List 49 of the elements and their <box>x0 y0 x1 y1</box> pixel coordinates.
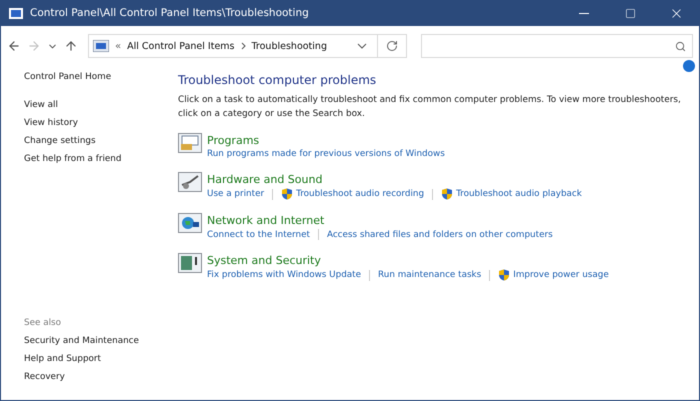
up-button[interactable] <box>64 39 78 53</box>
category-link[interactable]: System and Security <box>207 253 609 269</box>
minimize-icon <box>579 12 589 14</box>
task-link[interactable]: Run maintenance tasks <box>378 270 482 280</box>
task-link[interactable]: Run programs made for previous versions of Windows <box>207 149 445 159</box>
control-panel-icon <box>93 40 109 52</box>
category-link[interactable]: Programs <box>207 133 445 149</box>
task-link[interactable]: Troubleshoot audio recording <box>281 188 424 200</box>
page-heading: Troubleshoot computer problems <box>178 73 378 87</box>
task-link[interactable]: Troubleshoot audio playback <box>441 188 582 200</box>
control-panel-icon <box>9 8 23 18</box>
chevron-right-icon <box>240 42 246 50</box>
sidebar-link[interactable]: View history <box>24 114 178 132</box>
search-icon <box>674 40 686 52</box>
breadcrumb[interactable]: All Control Panel Items <box>127 40 235 52</box>
maximize-icon <box>624 8 636 18</box>
category-link[interactable]: Hardware and Sound <box>207 172 582 188</box>
back-button[interactable] <box>7 39 21 53</box>
sidebar-link[interactable]: Security and Maintenance <box>24 332 178 350</box>
intro-text: Click on a task to automatically troubleshoot and fix common computer problems. To view more troubleshooters, click on a category or use the Search box. <box>178 94 682 121</box>
see-also-heading: See also <box>24 317 62 330</box>
sidebar-link[interactable]: Recovery <box>24 368 178 386</box>
task-link[interactable]: Fix problems with Windows Update <box>207 270 362 280</box>
sidebar-link[interactable]: View all <box>24 96 178 114</box>
shield-icon <box>441 188 454 200</box>
search-field[interactable] <box>421 34 693 58</box>
sidebar-link[interactable]: Change settings <box>24 132 178 150</box>
window-title: Control Panel\All Control Panel Items\Troubleshooting <box>30 7 310 19</box>
dropdown-icon[interactable] <box>356 43 367 49</box>
breadcrumb-separator: « <box>115 40 122 52</box>
task-link[interactable]: Use a printer <box>207 189 264 199</box>
refresh-icon <box>386 40 398 52</box>
task-link[interactable]: Improve power usage <box>498 269 609 281</box>
breadcrumb[interactable]: Troubleshooting <box>252 40 327 52</box>
sidebar-link[interactable]: Control Panel Home <box>24 68 178 86</box>
address-bar[interactable]: « All Control Panel Items Troubleshooting <box>88 34 378 58</box>
task-link[interactable]: Access shared files and folders on other computers <box>326 230 553 240</box>
globe-icon <box>178 213 202 233</box>
speaker-icon <box>178 172 202 192</box>
refresh-button[interactable] <box>378 34 408 58</box>
sidebar-link[interactable]: Get help from a friend <box>24 150 178 168</box>
category-link[interactable]: Network and Internet <box>207 213 553 229</box>
shield-icon <box>498 269 510 281</box>
shield-icon <box>281 188 294 200</box>
task-link[interactable]: Connect to the Internet <box>207 230 310 240</box>
window-icon <box>178 133 202 153</box>
panel-icon <box>178 253 202 273</box>
sidebar-link[interactable]: Help and Support <box>24 350 178 368</box>
help-icon[interactable] <box>683 60 695 72</box>
